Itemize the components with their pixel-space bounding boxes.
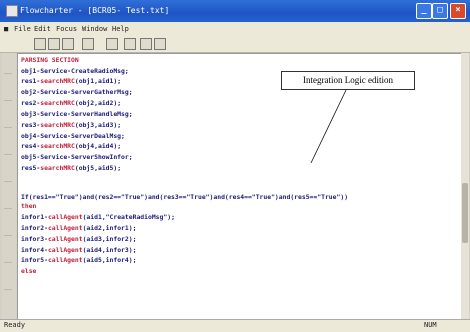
- annotation-callout: Integration Logic edition: [281, 71, 415, 90]
- callout-pointer: [310, 87, 348, 164]
- callout-pointer-line: [310, 87, 348, 164]
